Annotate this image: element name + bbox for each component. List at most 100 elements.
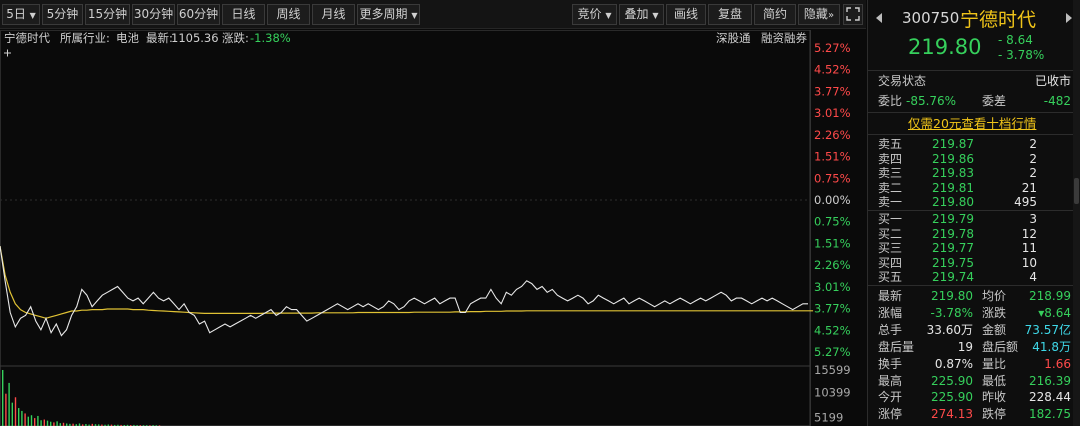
stat-label: 最低 xyxy=(982,373,1007,388)
period-5d-dropdown[interactable]: 5日 ▼ xyxy=(2,4,40,25)
volume-bar xyxy=(14,397,17,426)
stat-value: 41.8万 xyxy=(1032,339,1071,354)
stat-label: 均价 xyxy=(982,289,1007,303)
ask-level-label: 卖四 xyxy=(878,151,903,166)
quote-header: 300750 宁德时代 219.80 - 8.64 - 3.78% xyxy=(868,0,1080,70)
sz-connect-badge[interactable]: 深股通 xyxy=(716,30,751,47)
stat-label: 盘后量 xyxy=(878,339,915,354)
stat-row: 最高 225.90 最低 216.39 xyxy=(868,374,1080,389)
hide-button[interactable]: 隐藏» xyxy=(798,4,840,25)
y-tick-label: 3.77% xyxy=(814,84,851,98)
stat-label: 总手 xyxy=(878,322,903,337)
more-periods-label: 更多周期 xyxy=(359,7,408,21)
prev-stock-icon[interactable] xyxy=(876,13,882,23)
simple-mode-button[interactable]: 简约 xyxy=(754,4,796,25)
ask-level-label: 卖五 xyxy=(878,137,903,151)
stat-label: 最高 xyxy=(878,373,903,388)
hide-label: 隐藏 xyxy=(803,7,828,21)
divider xyxy=(868,70,1073,71)
period-5min-button[interactable]: 5分钟 xyxy=(42,4,83,25)
y-tick-label: 4.52% xyxy=(814,323,851,337)
volume-tick-label: 5199 xyxy=(814,411,843,425)
bid-row: 买五 219.74 4 xyxy=(868,270,1080,285)
bid-row: 买一 219.79 3 xyxy=(868,212,1080,227)
y-tick-label: 2.26% xyxy=(814,258,851,272)
bid-volume: 4 xyxy=(1029,270,1037,285)
stat-value: 219.80 xyxy=(931,289,973,303)
overlay-dropdown[interactable]: 叠加 ▼ xyxy=(619,4,664,25)
index-latest-label: 最新: xyxy=(146,31,173,45)
overlay-label: 叠加 xyxy=(624,7,649,21)
chevron-down-icon: ▼ xyxy=(29,11,36,20)
bid-label: 竞价 xyxy=(577,7,602,21)
period-15min-button[interactable]: 15分钟 xyxy=(85,4,130,25)
divider xyxy=(868,134,1073,135)
y-tick-label: 0.75% xyxy=(814,171,851,185)
divider xyxy=(868,112,1073,113)
y-tick-label: 5.27% xyxy=(814,345,851,359)
stat-row: 换手 0.87% 量比 1.66 xyxy=(868,357,1080,372)
ask-price: 219.81 xyxy=(932,180,974,195)
trade-status-label: 交易状态 xyxy=(878,74,927,88)
period-toolbar: 5日 ▼ 5分钟 15分钟 30分钟 60分钟 日线 周线 月线 更多周期 ▼ … xyxy=(0,0,866,29)
fullscreen-button[interactable] xyxy=(843,4,863,25)
bid-row: 买三 219.77 11 xyxy=(868,241,1080,256)
chart-canvas[interactable]: 5.27% 4.52% 3.77% 3.01% 2.26% 1.51% 0.75% 0.00%… xyxy=(0,30,866,426)
ask-level-label: 卖一 xyxy=(878,195,903,210)
industry-value[interactable]: 电池 xyxy=(116,30,139,47)
current-price: 219.80 xyxy=(908,35,982,59)
stat-value: 0.87% xyxy=(934,356,973,371)
bid-price: 219.79 xyxy=(932,212,974,226)
bid-auction-dropdown[interactable]: 竞价 ▼ xyxy=(572,4,617,25)
stat-value: 216.39 xyxy=(1029,373,1071,388)
promo-link[interactable]: 仅需20元查看十档行情 xyxy=(908,116,1036,131)
volume-tick-label: 15599 xyxy=(814,363,851,377)
more-periods-dropdown[interactable]: 更多周期 ▼ xyxy=(357,4,420,25)
volume-bar xyxy=(5,393,7,426)
volume-bar xyxy=(50,421,52,426)
ask-price: 219.87 xyxy=(932,137,974,151)
period-day-button[interactable]: 日线 xyxy=(222,4,265,25)
volume-bar xyxy=(21,410,23,426)
panel-scrollbar[interactable] xyxy=(1073,0,1080,426)
volume-bar xyxy=(18,408,20,426)
period-60min-button[interactable]: 60分钟 xyxy=(177,4,220,25)
bid-price: 219.74 xyxy=(932,270,974,285)
stat-row: 涨幅 -3.78% 涨跌 ▾8.64 xyxy=(868,306,1080,321)
trade-status-value: 已收市 xyxy=(1034,74,1071,88)
y-tick-label: 0.75% xyxy=(814,215,851,229)
next-stock-icon[interactable] xyxy=(1066,13,1072,23)
bid-row: 买四 219.75 10 xyxy=(868,256,1080,271)
ask-price: 219.83 xyxy=(932,166,974,181)
period-week-button[interactable]: 周线 xyxy=(267,4,310,25)
scrollbar-thumb[interactable] xyxy=(1074,178,1079,204)
stat-value: 225.90 xyxy=(931,373,973,388)
stat-row: 今开 225.90 昨收 228.44 xyxy=(868,390,1080,405)
volume-bar xyxy=(8,382,10,426)
wei-cha-value: -482 xyxy=(1043,94,1071,108)
price-change: - 8.64 xyxy=(998,33,1033,47)
margin-trading-badge[interactable]: 融资融券 xyxy=(761,30,807,47)
volume-bar xyxy=(11,402,13,426)
stat-label: 盘后额 xyxy=(982,339,1019,354)
period-month-button[interactable]: 月线 xyxy=(312,4,355,25)
fullscreen-icon xyxy=(846,7,860,21)
stock-terminal: 5日 ▼ 5分钟 15分钟 30分钟 60分钟 日线 周线 月线 更多周期 ▼ … xyxy=(0,0,1080,426)
price-line xyxy=(0,246,808,337)
stat-row: 涨停 274.13 跌停 182.75 xyxy=(868,407,1080,422)
intraday-chart[interactable]: 5.27% 4.52% 3.77% 3.01% 2.26% 1.51% 0.75% 0.00%… xyxy=(0,30,866,426)
draw-line-button[interactable]: 画线 xyxy=(666,4,706,25)
stat-value: -3.78% xyxy=(930,305,973,320)
stock-name: 宁德时代 xyxy=(4,31,50,45)
index-change-value: -1.38% xyxy=(250,31,291,45)
period-30min-button[interactable]: 30分钟 xyxy=(132,4,175,25)
stat-label: 涨幅 xyxy=(878,305,903,320)
stat-label: 涨停 xyxy=(878,407,903,422)
ask-price: 219.80 xyxy=(932,195,974,210)
y-tick-label: 2.26% xyxy=(814,128,851,142)
review-button[interactable]: 复盘 xyxy=(708,4,752,25)
ask-row: 卖三 219.83 2 xyxy=(868,166,1080,181)
stat-value: 1.66 xyxy=(1044,356,1071,371)
promo-row: 仅需20元查看十档行情 xyxy=(868,116,1080,131)
index-latest-value: 1105.36 xyxy=(171,31,219,45)
